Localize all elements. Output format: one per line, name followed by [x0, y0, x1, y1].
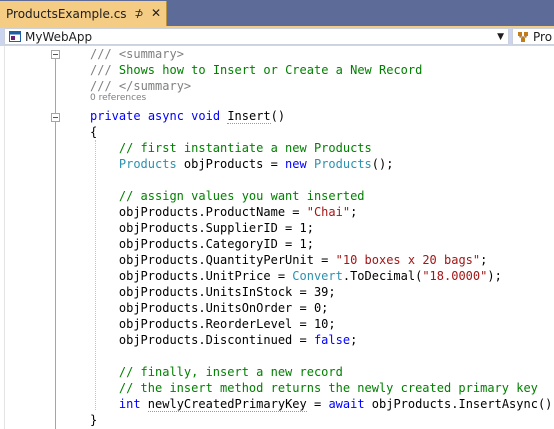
code-line[interactable]: objProducts.Discontinued = false;	[119, 332, 357, 348]
code-editor-window: ProductsExample.cs ⊅ ✕ MyWebApp ▼ Pro 0 …	[0, 0, 554, 429]
code-line[interactable]: /// <summary>	[90, 46, 184, 62]
indent-guide	[95, 140, 96, 410]
project-name: MyWebApp	[25, 30, 93, 44]
code-editor[interactable]: 0 references /// <summary>/// Shows how …	[0, 46, 554, 429]
code-line[interactable]: objProducts.ProductName = "Chai";	[119, 204, 357, 220]
csharp-project-icon	[9, 31, 21, 42]
code-token: false	[313, 333, 351, 347]
member-dropdown[interactable]: Pro	[512, 28, 554, 45]
code-token: async	[147, 109, 184, 123]
code-token: // the insert method returns the newly c…	[118, 381, 538, 395]
code-token: // first instantiate a new Products	[118, 141, 372, 155]
pin-icon[interactable]: ⊅	[132, 7, 146, 21]
code-token: ;	[350, 333, 358, 347]
code-token: "18.0000"	[422, 269, 488, 283]
close-icon[interactable]: ✕	[149, 6, 163, 20]
code-token: Convert	[292, 269, 343, 283]
code-line[interactable]: // finally, insert a new record	[119, 364, 343, 380]
code-token: objProducts.Discontinued =	[118, 333, 314, 347]
code-token: .ToDecimal(	[342, 269, 423, 283]
code-token: objProducts.ReorderLevel = 10;	[118, 317, 336, 331]
code-token: Shows how to Insert or Create a New Reco…	[118, 63, 423, 77]
code-token: Insert	[227, 109, 271, 124]
code-token: await	[328, 397, 365, 411]
code-token: objProducts.InsertAsync();	[364, 397, 554, 411]
selection-margin	[0, 46, 5, 429]
code-token: // assign values you want inserted	[118, 189, 365, 203]
code-token: objProducts =	[176, 157, 286, 171]
code-line[interactable]: }	[90, 412, 97, 428]
project-dropdown[interactable]: MyWebApp ▼	[4, 28, 509, 45]
code-token: </summary>	[118, 79, 192, 93]
code-line[interactable]: // assign values you want inserted	[119, 188, 365, 204]
code-token: objProducts.SupplierID = 1;	[118, 221, 314, 235]
member-name: Pro	[533, 30, 553, 44]
code-token: objProducts.CategoryID = 1;	[118, 237, 314, 251]
code-line[interactable]: objProducts.ReorderLevel = 10;	[119, 316, 336, 332]
code-line[interactable]: /// </summary>	[90, 78, 191, 94]
code-token: ///	[90, 47, 119, 61]
code-token: objProducts.UnitPrice =	[118, 269, 293, 283]
code-token: newlyCreatedPrimaryKey	[147, 397, 307, 412]
code-token: new	[285, 157, 307, 171]
code-token: int	[118, 397, 141, 411]
code-token: // finally, insert a new record	[118, 365, 343, 379]
code-token: <summary>	[118, 47, 184, 61]
code-token: objProducts.QuantityPerUnit =	[118, 253, 336, 267]
document-tab-strip: ProductsExample.cs ⊅ ✕	[0, 0, 554, 26]
tab-title: ProductsExample.cs	[6, 7, 127, 21]
code-line[interactable]: objProducts.UnitsOnOrder = 0;	[119, 300, 329, 316]
code-token: ///	[90, 79, 119, 93]
code-line[interactable]: objProducts.UnitsInStock = 39;	[119, 284, 336, 300]
code-token: Products	[118, 157, 177, 171]
collapse-summary-icon[interactable]	[51, 50, 60, 59]
navigation-bar: MyWebApp ▼ Pro	[0, 28, 554, 46]
code-token: objProducts.UnitsInStock = 39;	[118, 285, 336, 299]
code-token: =	[306, 397, 329, 411]
code-line[interactable]: // the insert method returns the newly c…	[119, 380, 538, 396]
code-line[interactable]: Products objProducts = new Products();	[119, 156, 394, 172]
code-token: );	[487, 269, 502, 283]
code-token: "Chai"	[306, 205, 351, 219]
code-line[interactable]: objProducts.SupplierID = 1;	[119, 220, 314, 236]
code-token: Products	[313, 157, 372, 171]
class-icon	[518, 32, 528, 42]
code-line[interactable]: objProducts.CategoryID = 1;	[119, 236, 314, 252]
chevron-down-icon[interactable]: ▼	[497, 30, 504, 44]
code-token: ;	[350, 205, 358, 219]
code-token: }	[90, 413, 98, 427]
code-token: "10 boxes x 20 bags"	[335, 253, 481, 267]
code-line[interactable]: int newlyCreatedPrimaryKey = await objPr…	[119, 396, 554, 412]
code-line[interactable]: objProducts.UnitPrice = Convert.ToDecima…	[119, 268, 502, 284]
code-token: ()	[270, 109, 286, 123]
code-token: ;	[480, 253, 488, 267]
code-token: private	[90, 109, 141, 123]
code-token: objProducts.UnitsOnOrder = 0;	[118, 301, 329, 315]
code-token: ///	[90, 63, 119, 77]
code-line[interactable]: objProducts.QuantityPerUnit = "10 boxes …	[119, 252, 487, 268]
codelens-references[interactable]: 0 references	[90, 93, 146, 103]
code-line[interactable]: {	[90, 124, 97, 140]
code-line[interactable]: /// Shows how to Insert or Create a New …	[90, 62, 422, 78]
collapse-method-icon[interactable]	[51, 113, 60, 122]
code-line[interactable]: private async void Insert()	[90, 108, 285, 124]
code-token: objProducts.ProductName =	[118, 205, 307, 219]
code-line[interactable]: // first instantiate a new Products	[119, 140, 372, 156]
code-token: {	[90, 125, 98, 139]
code-token: void	[191, 109, 221, 123]
tab-products-example[interactable]: ProductsExample.cs ⊅ ✕	[0, 1, 167, 26]
code-token: ();	[371, 157, 394, 171]
